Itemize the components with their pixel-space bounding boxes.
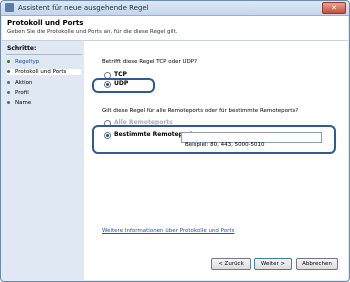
steps-sidebar: Schritte: Regeltyp Protokoll und Ports A… [2,41,84,280]
title-bar: Assistent für neue ausgehende Regel ✕ [1,1,349,16]
back-button[interactable]: < Zurück [211,258,251,270]
sidebar-item-profil: Profil [7,90,29,96]
page-title: Protokoll und Ports [7,19,84,27]
cancel-button[interactable]: Abbrechen [296,258,338,270]
steps-heading: Schritte: [7,45,37,52]
sidebar-item-label: Aktion [15,80,33,86]
next-button[interactable]: Weiter > [254,258,292,270]
wizard-window: Assistent für neue ausgehende Regel ✕ Pr… [0,0,350,282]
sidebar-item-label: Profil [15,90,29,96]
tcp-label[interactable]: TCP [114,71,127,78]
close-icon: ✕ [331,4,337,12]
sidebar-item-protokoll-ports[interactable]: Protokoll und Ports [7,69,81,75]
step-done-icon [7,60,10,63]
specific-ports-radio[interactable] [104,132,111,139]
close-button[interactable]: ✕ [322,2,346,14]
sidebar-item-label: Name [15,100,32,106]
step-current-icon [7,70,10,73]
ports-question: Gilt diese Regel für alle Remoteports od… [102,108,299,114]
step-pending-icon [7,91,10,94]
window-title: Assistent für neue ausgehende Regel [18,4,149,12]
more-info-link[interactable]: Weitere Informationen über Protokolle un… [102,228,234,234]
udp-radio[interactable] [104,81,111,88]
sidebar-item-regeltyp[interactable]: Regeltyp [7,59,39,65]
page-subtitle: Geben Sie die Protokolle und Ports an, f… [7,29,178,35]
window-firewall-icon [5,3,14,12]
sidebar-item-label: Protokoll und Ports [15,69,67,75]
page-header: Protokoll und Ports Geben Sie die Protok… [2,16,348,41]
sidebar-item-label: Regeltyp [15,59,40,65]
step-pending-icon [7,81,10,84]
ports-example: Beispiel: 80, 443, 5000-5010 [185,142,265,148]
udp-label[interactable]: UDP [114,80,128,87]
step-pending-icon [7,101,10,104]
steps-divider [6,54,82,55]
sidebar-item-aktion: Aktion [7,80,32,86]
protocol-question: Betrifft diese Regel TCP oder UDP? [102,59,197,65]
sidebar-item-name: Name [7,100,31,106]
